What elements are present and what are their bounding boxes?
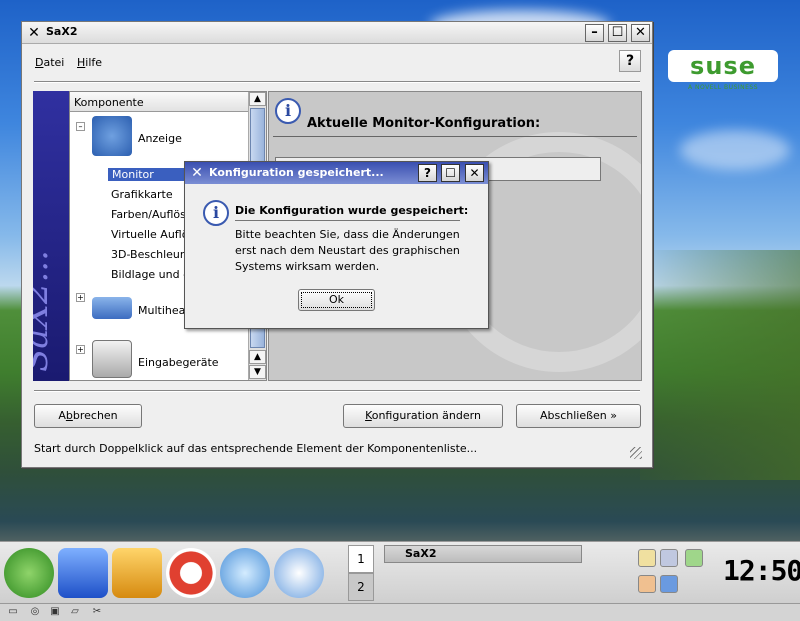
- suse-logo-subtitle: A NOVELL BUSINESS: [687, 84, 759, 91]
- maximize-button[interactable]: ☐: [608, 24, 627, 42]
- cloud: [680, 130, 790, 170]
- save-icon[interactable]: ▣: [48, 606, 62, 619]
- dialog-separator: [235, 220, 460, 221]
- status-text: Start durch Doppelklick auf das entsprec…: [34, 442, 478, 455]
- show-desktop-icon[interactable]: ▭: [6, 606, 20, 619]
- info-icon: i: [275, 98, 301, 124]
- dialog-message-line: Bitte beachten Sie, dass die Änderungen: [235, 228, 460, 241]
- window-menu-icon[interactable]: ✕: [26, 25, 42, 41]
- scroll-up-arrow[interactable]: ▲: [249, 92, 266, 106]
- tree-item-anzeige[interactable]: Anzeige: [138, 132, 182, 145]
- tools-icon[interactable]: ✂: [90, 606, 104, 619]
- dialog-menu-icon[interactable]: ✕: [189, 165, 205, 181]
- info-tray-icon[interactable]: [660, 575, 678, 593]
- reeds-decoration: [640, 250, 800, 480]
- dialog-close-button[interactable]: ✕: [465, 164, 484, 182]
- input-devices-icon: [92, 340, 132, 378]
- dialog-title: Konfiguration gespeichert...: [209, 166, 384, 179]
- control-center-icon[interactable]: [112, 548, 162, 598]
- scroll-up-arrow[interactable]: ▲: [249, 350, 266, 364]
- tree-item-3d[interactable]: 3D-Beschleun: [111, 248, 187, 261]
- pager-desktop-2[interactable]: 2: [348, 573, 374, 601]
- sidebar-banner-text: SaX2...: [33, 250, 56, 372]
- window-title: SaX2: [46, 25, 78, 38]
- menu-separator: [34, 81, 640, 83]
- tree-item-multihead[interactable]: Multihea: [138, 304, 185, 317]
- saved-dialog: ✕ Konfiguration gespeichert... ? ☐ ✕ i D…: [184, 161, 489, 329]
- window-titlebar[interactable]: ✕ SaX2 – ☐ ✕: [22, 22, 652, 44]
- tree-header[interactable]: Komponente: [70, 92, 248, 112]
- search-icon[interactable]: ◎: [28, 606, 42, 619]
- content-separator: [273, 136, 637, 137]
- finish-button[interactable]: Abschließen »: [516, 404, 641, 428]
- tree-item-bildlage[interactable]: Bildlage und -: [111, 268, 187, 281]
- desktop-pager: 1 2: [348, 545, 374, 601]
- help-lifebuoy-icon[interactable]: [166, 548, 216, 598]
- suse-watcher-icon[interactable]: [638, 575, 656, 593]
- tree-item-virtuelle[interactable]: Virtuelle Auflö: [111, 228, 188, 241]
- network-icon[interactable]: [660, 549, 678, 567]
- close-button[interactable]: ✕: [631, 24, 650, 42]
- dialog-message-line: erst nach dem Neustart des graphischen: [235, 244, 460, 257]
- display-icon: [92, 116, 132, 156]
- cancel-button[interactable]: Abbrechen: [34, 404, 142, 428]
- minimize-button[interactable]: –: [585, 24, 604, 42]
- expand-toggle[interactable]: +: [76, 293, 85, 302]
- dialog-message-line: Systems wirksam werden.: [235, 260, 380, 273]
- start-menu-icon[interactable]: [4, 548, 54, 598]
- dialog-maximize-button[interactable]: ☐: [441, 164, 460, 182]
- help-button[interactable]: ?: [418, 164, 437, 182]
- ok-button[interactable]: Ok: [298, 289, 375, 311]
- taskbar-item-sax2[interactable]: SaX2: [384, 545, 582, 563]
- clipboard-icon[interactable]: [638, 549, 656, 567]
- tree-item-eingabegeraete[interactable]: Eingabegeräte: [138, 356, 219, 369]
- clock: 12:50: [723, 554, 800, 587]
- tree-item-grafikkarte[interactable]: Grafikkarte: [111, 188, 173, 201]
- menubar: Datei Hilfe: [22, 48, 652, 70]
- home-icon[interactable]: [58, 548, 108, 598]
- tree-item-monitor[interactable]: Monitor: [108, 168, 188, 181]
- collapse-toggle[interactable]: –: [76, 122, 85, 131]
- pager-desktop-1[interactable]: 1: [348, 545, 374, 573]
- taskbar: 1 2 SaX2 12:50: [0, 541, 800, 603]
- button-separator: [34, 390, 640, 392]
- whats-this-icon[interactable]: ?: [619, 50, 641, 72]
- expand-toggle[interactable]: +: [76, 345, 85, 354]
- menu-hilfe[interactable]: Hilfe: [77, 56, 102, 69]
- change-configuration-button[interactable]: Konfiguration ändern: [343, 404, 503, 428]
- dialog-info-icon: i: [203, 200, 229, 226]
- content-title: Aktuelle Monitor-Konfiguration:: [307, 116, 541, 131]
- dialog-titlebar[interactable]: ✕ Konfiguration gespeichert... ? ☐ ✕: [185, 162, 488, 184]
- menu-datei[interactable]: Datei: [35, 56, 64, 69]
- browser-icon[interactable]: [220, 548, 270, 598]
- mail-icon[interactable]: [274, 548, 324, 598]
- sidebar-banner: SaX2...: [33, 91, 69, 381]
- folder-icon[interactable]: ▱: [68, 606, 82, 619]
- scroll-down-arrow[interactable]: ▼: [249, 365, 266, 379]
- resize-grip[interactable]: [630, 447, 642, 459]
- dialog-message: Bitte beachten Sie, dass die Änderungen …: [235, 227, 475, 275]
- tree-item-farben[interactable]: Farben/Auflös: [111, 208, 186, 221]
- multihead-icon: [92, 297, 132, 319]
- suse-logo: suse A NOVELL BUSINESS: [668, 50, 778, 105]
- update-icon[interactable]: [685, 549, 703, 567]
- suse-logo-word: suse: [668, 50, 778, 82]
- quick-launch-bar: ▭ ◎ ▣ ▱ ✂: [0, 603, 800, 621]
- dialog-heading: Die Konfiguration wurde gespeichert:: [235, 204, 469, 217]
